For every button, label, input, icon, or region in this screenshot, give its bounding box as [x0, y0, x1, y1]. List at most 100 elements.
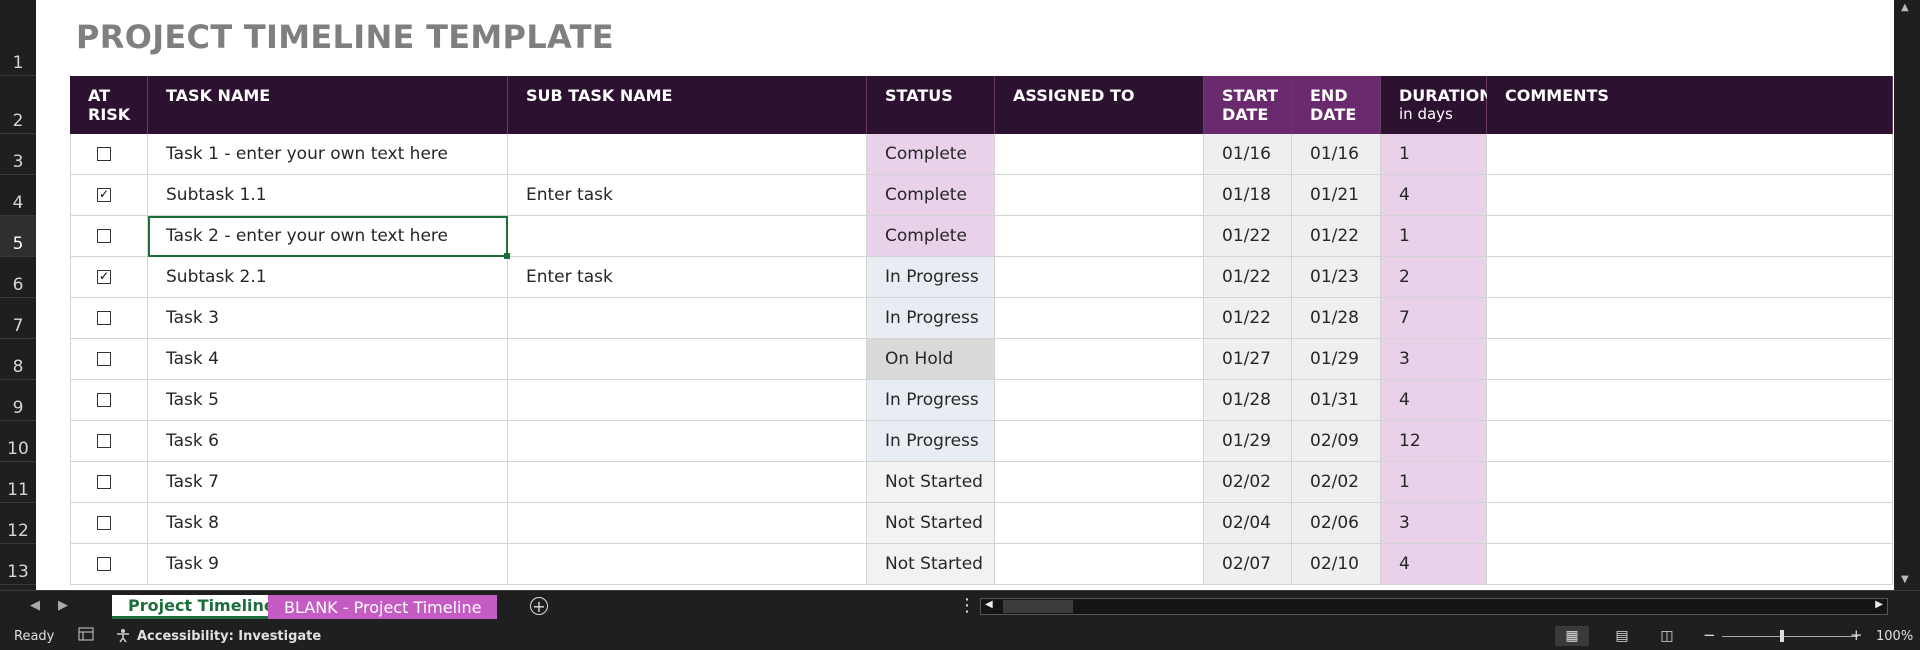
cell-end[interactable]: 02/06 — [1292, 503, 1381, 544]
cell-subtask[interactable] — [508, 421, 867, 462]
cell-subtask[interactable] — [508, 503, 867, 544]
row-number[interactable]: 3 — [0, 134, 36, 175]
cell-start[interactable]: 01/22 — [1204, 257, 1292, 298]
fill-handle[interactable] — [504, 253, 510, 259]
cell-end[interactable]: 01/23 — [1292, 257, 1381, 298]
cell-end[interactable]: 01/29 — [1292, 339, 1381, 380]
row-number[interactable]: 10 — [0, 421, 36, 462]
cell-task[interactable]: Subtask 2.1 — [148, 257, 508, 298]
cell-status[interactable]: In Progress — [867, 421, 995, 462]
header-start-date[interactable]: START DATE — [1204, 76, 1292, 134]
cell-assigned[interactable] — [995, 544, 1204, 585]
row-number[interactable]: 4 — [0, 175, 36, 216]
tab-scroll-right-icon[interactable]: ▶ — [58, 598, 68, 613]
cell-duration[interactable]: 3 — [1381, 503, 1487, 544]
normal-view-icon[interactable]: ▦ — [1555, 626, 1589, 646]
cell-at-risk[interactable] — [70, 380, 148, 421]
checkbox-unchecked[interactable] — [97, 557, 111, 571]
checkbox-unchecked[interactable] — [97, 434, 111, 448]
cell-duration[interactable]: 12 — [1381, 421, 1487, 462]
zoom-slider[interactable] — [1722, 636, 1858, 637]
cell-comments[interactable] — [1487, 175, 1893, 216]
cell-task[interactable]: Task 7 — [148, 462, 508, 503]
row-number[interactable]: 13 — [0, 544, 36, 585]
checkbox-unchecked[interactable] — [97, 393, 111, 407]
cell-assigned[interactable] — [995, 134, 1204, 175]
horizontal-scrollbar[interactable]: ◀ ▶ — [980, 598, 1888, 615]
row-number[interactable]: 1 — [0, 0, 36, 76]
cell-duration[interactable]: 3 — [1381, 339, 1487, 380]
cell-subtask[interactable] — [508, 134, 867, 175]
row-number[interactable]: 2 — [0, 76, 36, 134]
zoom-out-icon[interactable]: − — [1703, 626, 1716, 644]
scroll-up-icon[interactable]: ▲ — [1901, 2, 1909, 13]
cell-comments[interactable] — [1487, 380, 1893, 421]
cell-at-risk[interactable] — [70, 339, 148, 380]
cell-comments[interactable] — [1487, 298, 1893, 339]
cell-end[interactable]: 01/31 — [1292, 380, 1381, 421]
cell-task[interactable]: Task 3 — [148, 298, 508, 339]
cell-task[interactable]: Task 9 — [148, 544, 508, 585]
header-at-risk[interactable]: AT RISK — [70, 76, 148, 134]
cell-assigned[interactable] — [995, 503, 1204, 544]
cell-task[interactable]: Task 6 — [148, 421, 508, 462]
cell-subtask[interactable] — [508, 462, 867, 503]
horizontal-scroll-thumb[interactable] — [1003, 600, 1073, 613]
cell-subtask[interactable] — [508, 298, 867, 339]
checkbox-unchecked[interactable] — [97, 311, 111, 325]
cell-end[interactable]: 01/21 — [1292, 175, 1381, 216]
cell-comments[interactable] — [1487, 544, 1893, 585]
cell-duration[interactable]: 1 — [1381, 216, 1487, 257]
tab-blank-project-timeline[interactable]: BLANK - Project Timeline — [268, 595, 498, 619]
cell-comments[interactable] — [1487, 503, 1893, 544]
cell-at-risk[interactable] — [70, 544, 148, 585]
cell-status[interactable]: Complete — [867, 175, 995, 216]
cell-status[interactable]: In Progress — [867, 298, 995, 339]
cell-status[interactable]: Not Started — [867, 462, 995, 503]
cell-subtask[interactable] — [508, 544, 867, 585]
cell-duration[interactable]: 2 — [1381, 257, 1487, 298]
cell-at-risk[interactable] — [70, 421, 148, 462]
cell-duration[interactable]: 1 — [1381, 134, 1487, 175]
row-number[interactable]: 6 — [0, 257, 36, 298]
cell-status[interactable]: Not Started — [867, 544, 995, 585]
cell-duration[interactable]: 4 — [1381, 380, 1487, 421]
cell-task[interactable]: Task 4 — [148, 339, 508, 380]
cell-start[interactable]: 01/28 — [1204, 380, 1292, 421]
cell-end[interactable]: 01/16 — [1292, 134, 1381, 175]
row-number[interactable]: 7 — [0, 298, 36, 339]
cell-end[interactable]: 02/02 — [1292, 462, 1381, 503]
header-end-date[interactable]: END DATE — [1292, 76, 1381, 134]
cell-subtask[interactable] — [508, 216, 867, 257]
header-sub-task-name[interactable]: SUB TASK NAME — [508, 76, 867, 134]
cell-duration[interactable]: 1 — [1381, 462, 1487, 503]
cell-comments[interactable] — [1487, 216, 1893, 257]
cell-comments[interactable] — [1487, 257, 1893, 298]
row-number[interactable]: 8 — [0, 339, 36, 380]
cell-start[interactable]: 01/27 — [1204, 339, 1292, 380]
cell-duration[interactable]: 4 — [1381, 544, 1487, 585]
cell-start[interactable]: 01/18 — [1204, 175, 1292, 216]
cell-status[interactable]: Not Started — [867, 503, 995, 544]
cell-status[interactable]: In Progress — [867, 380, 995, 421]
cell-status[interactable]: On Hold — [867, 339, 995, 380]
row-number[interactable]: 5 — [0, 216, 36, 257]
page-layout-icon[interactable]: ▤ — [1605, 626, 1639, 646]
checkbox-checked[interactable]: ✓ — [97, 270, 111, 284]
cell-assigned[interactable] — [995, 216, 1204, 257]
header-status[interactable]: STATUS — [867, 76, 995, 134]
vertical-scrollbar[interactable]: ▲ ▼ — [1894, 0, 1920, 590]
cell-comments[interactable] — [1487, 462, 1893, 503]
cell-at-risk[interactable] — [70, 216, 148, 257]
macro-record-icon[interactable] — [78, 627, 94, 645]
active-cell[interactable]: Task 2 - enter your own text here — [148, 216, 508, 257]
cell-duration[interactable]: 7 — [1381, 298, 1487, 339]
accessibility-status[interactable]: Accessibility: Investigate — [137, 629, 321, 644]
row-number[interactable]: 12 — [0, 503, 36, 544]
tab-scroll-left-icon[interactable]: ◀ — [30, 598, 40, 613]
cell-at-risk[interactable]: ✓ — [70, 175, 148, 216]
cell-start[interactable]: 02/04 — [1204, 503, 1292, 544]
cell-task[interactable]: Task 1 - enter your own text here — [148, 134, 508, 175]
cell-end[interactable]: 02/10 — [1292, 544, 1381, 585]
cell-comments[interactable] — [1487, 339, 1893, 380]
